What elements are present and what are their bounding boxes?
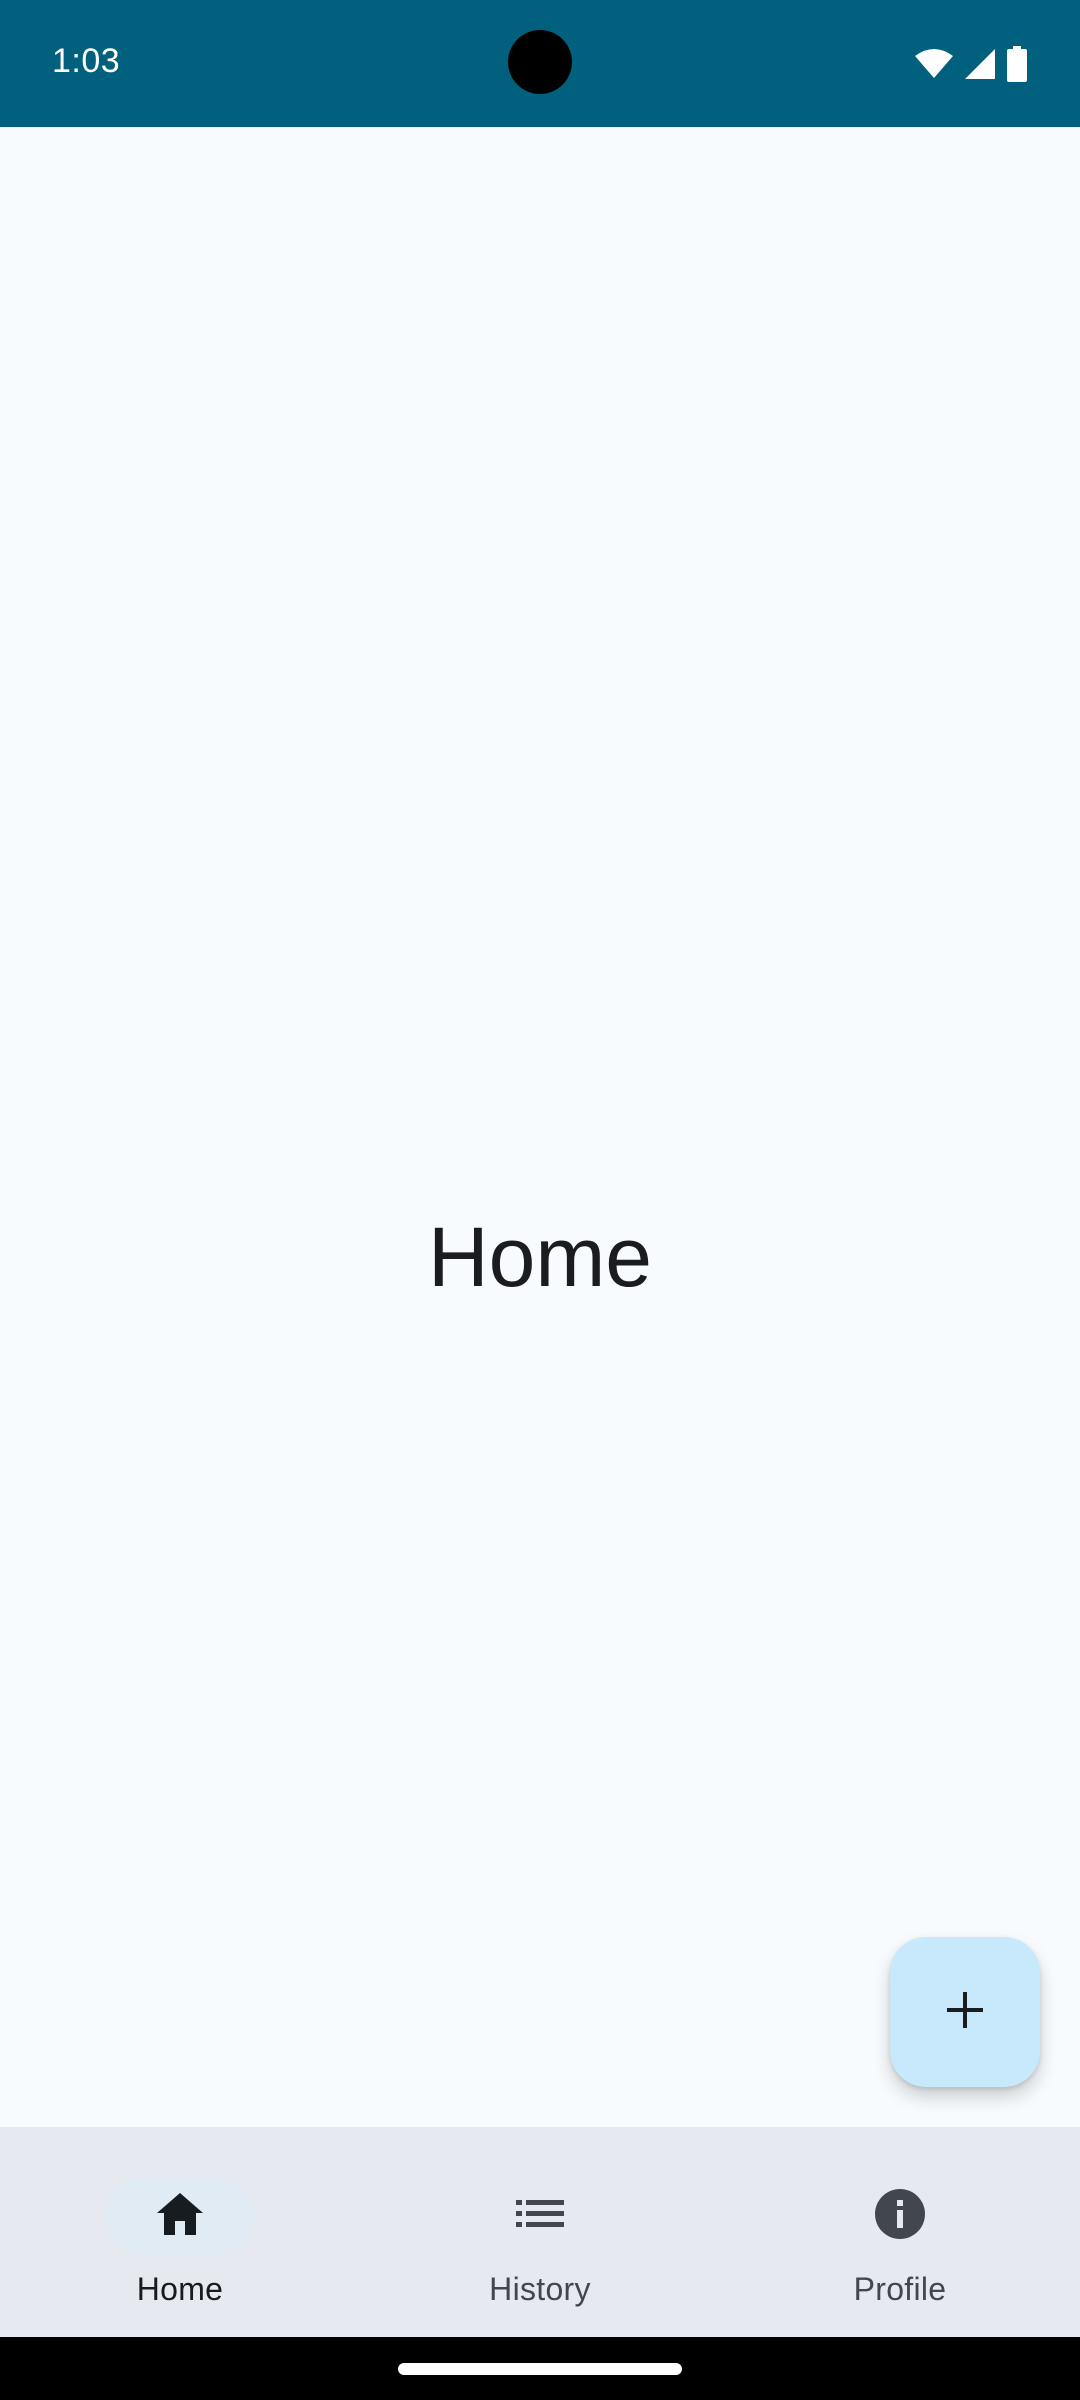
wifi-icon	[914, 48, 954, 80]
home-gesture-handle[interactable]	[398, 2363, 682, 2375]
main-content: Home	[0, 127, 1080, 2127]
nav-label-history: History	[489, 2271, 591, 2307]
nav-label-home: Home	[136, 2271, 224, 2307]
page-title: Home	[427, 1210, 653, 1304]
nav-item-home[interactable]: Home	[0, 2127, 360, 2337]
nav-label-profile: Profile	[853, 2271, 947, 2307]
bottom-navigation: Home History Profile	[0, 2127, 1080, 2337]
gesture-navigation-bar	[0, 2337, 1080, 2400]
info-icon	[874, 2188, 926, 2245]
cellular-signal-icon	[964, 48, 996, 80]
plus-icon	[945, 1990, 985, 2035]
nav-item-history[interactable]: History	[360, 2127, 720, 2337]
battery-icon	[1006, 46, 1028, 82]
status-icons	[914, 44, 1028, 84]
add-fab-button[interactable]	[890, 1937, 1040, 2087]
status-bar: 1:03	[0, 0, 1080, 127]
nav-active-indicator	[105, 2177, 255, 2255]
home-icon	[155, 2191, 205, 2242]
status-time: 1:03	[52, 42, 121, 80]
list-icon	[516, 2198, 564, 2235]
nav-item-profile[interactable]: Profile	[720, 2127, 1080, 2337]
camera-cutout	[508, 30, 572, 94]
